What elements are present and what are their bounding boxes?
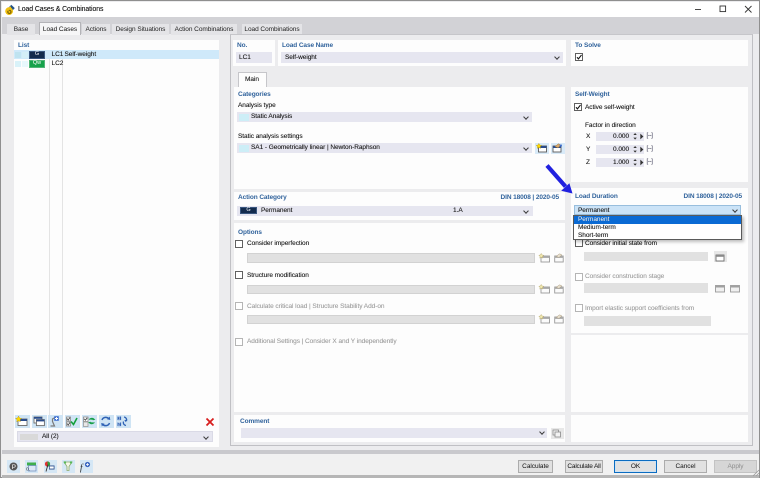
svg-text:f: f bbox=[80, 463, 84, 473]
svg-text:P: P bbox=[12, 464, 16, 471]
svg-text:0.: 0. bbox=[26, 467, 30, 473]
